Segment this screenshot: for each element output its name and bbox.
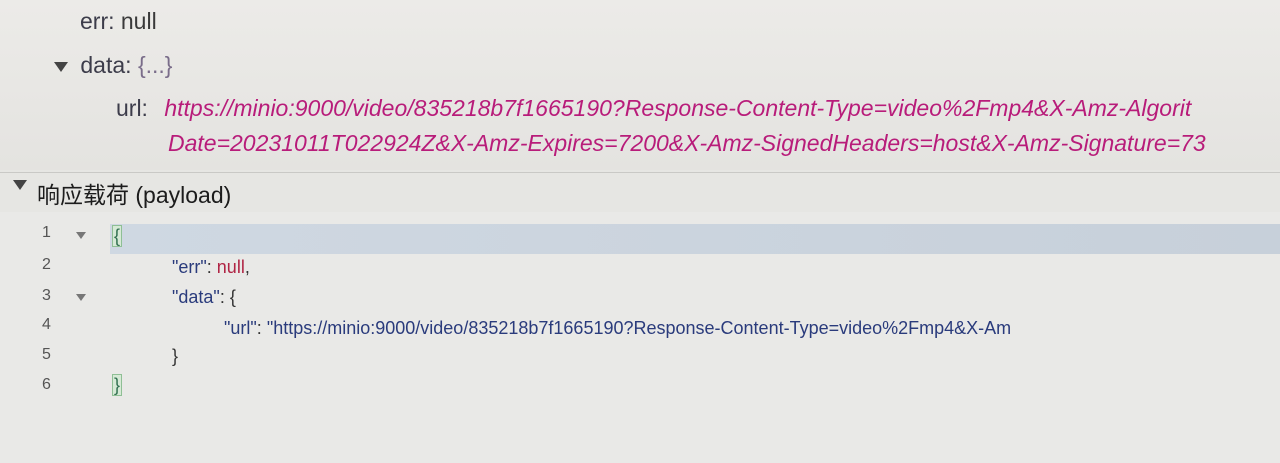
line-number: 5 (42, 346, 51, 363)
code-line-6: } (112, 374, 123, 396)
line-number: 1 (42, 224, 51, 241)
colon: : (206, 257, 217, 277)
line-number: 3 (42, 287, 51, 304)
url-key: url: (116, 95, 148, 121)
code-line-1: { (112, 225, 123, 247)
colon-brace: : { (219, 287, 236, 307)
comma: , (244, 257, 250, 277)
url-value-line1: https://minio:9000/video/835218b7f166519… (164, 95, 1192, 121)
tree-data-row[interactable]: data: {...} (54, 52, 172, 79)
fold-arrow-icon[interactable] (76, 232, 86, 239)
matched-brace: } (112, 374, 123, 396)
active-line-highlight (110, 224, 1280, 254)
fold-arrow-icon[interactable] (76, 294, 86, 301)
url-value-line2: Date=20231011T022924Z&X-Amz-Expires=7200… (168, 130, 1206, 156)
tree-err-row: err: null (80, 8, 157, 35)
tree-url-row: url: https://minio:9000/video/835218b7f1… (116, 95, 1191, 122)
url-json-value: "https://minio:9000/video/835218b7f16651… (266, 318, 1012, 338)
url-json-key: "url" (224, 318, 257, 338)
line-number: 4 (42, 316, 51, 333)
data-collapsed-preview[interactable]: {...} (138, 52, 173, 78)
code-line-3: "data": { (172, 287, 236, 308)
line-number: 6 (42, 376, 51, 393)
data-json-key: "data" (172, 287, 220, 307)
matched-brace: { (112, 225, 123, 247)
err-key: err: (80, 8, 115, 34)
payload-title[interactable]: 响应载荷 (payload) (37, 176, 231, 210)
line-number: 2 (42, 256, 51, 273)
code-line-2: "err": null, (172, 257, 250, 278)
err-json-value: null (216, 257, 245, 277)
data-key: data: (80, 52, 132, 78)
tree-url-continuation: Date=20231011T022924Z&X-Amz-Expires=7200… (168, 130, 1206, 157)
colon: : (256, 318, 267, 338)
closing-brace: } (172, 346, 179, 366)
err-value: null (120, 8, 157, 34)
code-line-5: } (172, 346, 178, 367)
collapse-triangle-icon[interactable] (13, 180, 27, 190)
response-tree: err: null data: {...} url: https://minio… (0, 0, 1280, 170)
err-json-key: "err" (172, 257, 207, 277)
expand-triangle-icon[interactable] (54, 61, 68, 72)
code-line-4: "url": "https://minio:9000/video/835218b… (224, 318, 1011, 339)
